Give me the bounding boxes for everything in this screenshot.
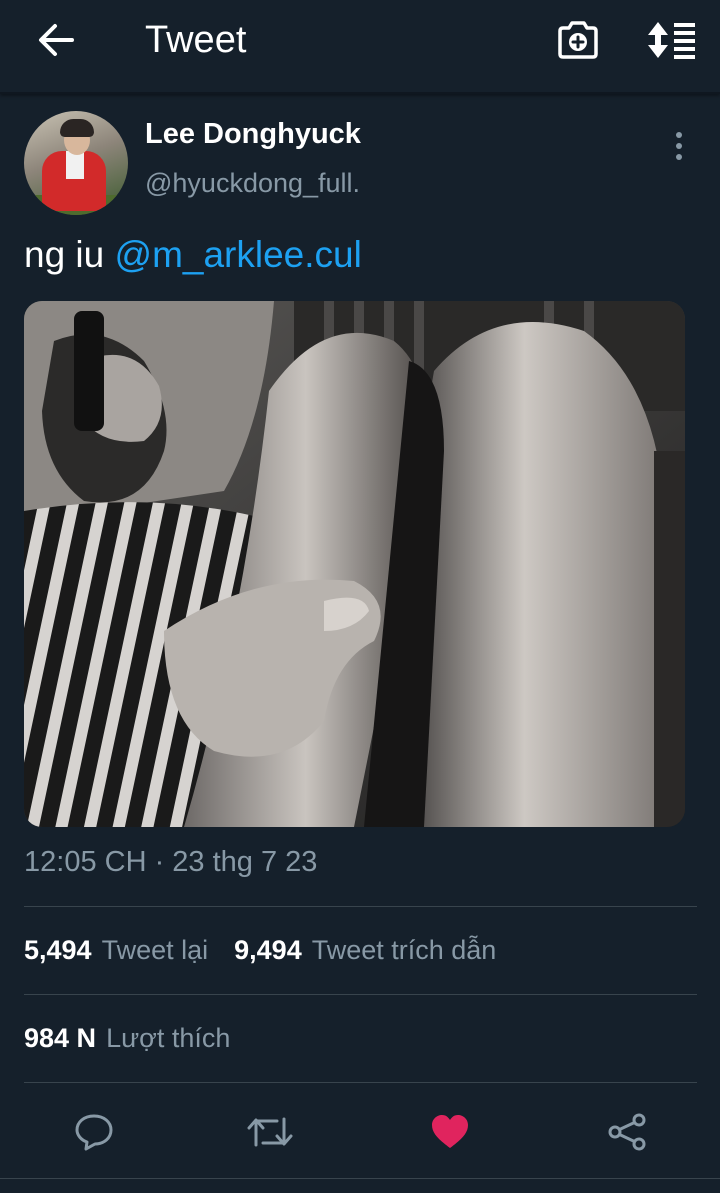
more-options-button[interactable] bbox=[664, 128, 694, 164]
divider bbox=[24, 994, 697, 995]
retweets-label[interactable]: Tweet lại bbox=[102, 935, 209, 966]
tweet-text-body: ng iu bbox=[24, 234, 115, 275]
reply-bubble-icon bbox=[75, 1114, 113, 1151]
mention-link[interactable]: @m_arklee.cul bbox=[115, 234, 362, 275]
camera-plus-icon bbox=[558, 21, 598, 59]
retweets-count[interactable]: 5,494 bbox=[24, 935, 92, 966]
likes-stats-row: 984 N Lượt thích bbox=[24, 1023, 230, 1054]
tweet-text: ng iu @m_arklee.cul bbox=[24, 228, 362, 282]
share-button[interactable] bbox=[601, 1106, 653, 1158]
divider bbox=[0, 1178, 720, 1179]
author-display-name[interactable]: Lee Donghyuck bbox=[145, 118, 361, 151]
quotes-label[interactable]: Tweet trích dẫn bbox=[312, 935, 497, 966]
tweet-timestamp: 12:05 CH · 23 thg 7 23 bbox=[24, 846, 318, 878]
retweet-icon bbox=[247, 1117, 293, 1147]
page-title: Tweet bbox=[145, 19, 247, 61]
arrow-left-icon bbox=[39, 24, 74, 56]
sort-replies-button[interactable] bbox=[642, 14, 702, 66]
retweet-stats-row: 5,494 Tweet lại 9,494 Tweet trích dẫn bbox=[24, 935, 496, 966]
author-handle[interactable]: @hyuckdong_full. bbox=[145, 168, 360, 199]
camera-button[interactable] bbox=[552, 14, 604, 66]
retweet-button[interactable] bbox=[244, 1106, 296, 1158]
divider bbox=[24, 906, 697, 907]
back-button[interactable] bbox=[30, 18, 82, 62]
heart-filled-icon bbox=[432, 1115, 468, 1148]
quotes-count[interactable]: 9,494 bbox=[234, 935, 302, 966]
likes-count[interactable]: 984 N bbox=[24, 1023, 96, 1054]
share-nodes-icon bbox=[608, 1113, 646, 1151]
more-dots-icon bbox=[676, 132, 682, 138]
author-avatar[interactable] bbox=[24, 111, 128, 215]
reply-button[interactable] bbox=[68, 1106, 120, 1158]
tweet-photo[interactable] bbox=[24, 301, 685, 827]
likes-label[interactable]: Lượt thích bbox=[106, 1023, 230, 1054]
divider bbox=[24, 1082, 697, 1083]
photo-image bbox=[24, 301, 685, 827]
like-button[interactable] bbox=[424, 1106, 476, 1158]
sort-arrows-list-icon bbox=[648, 22, 695, 59]
top-app-bar: Tweet bbox=[0, 0, 720, 94]
